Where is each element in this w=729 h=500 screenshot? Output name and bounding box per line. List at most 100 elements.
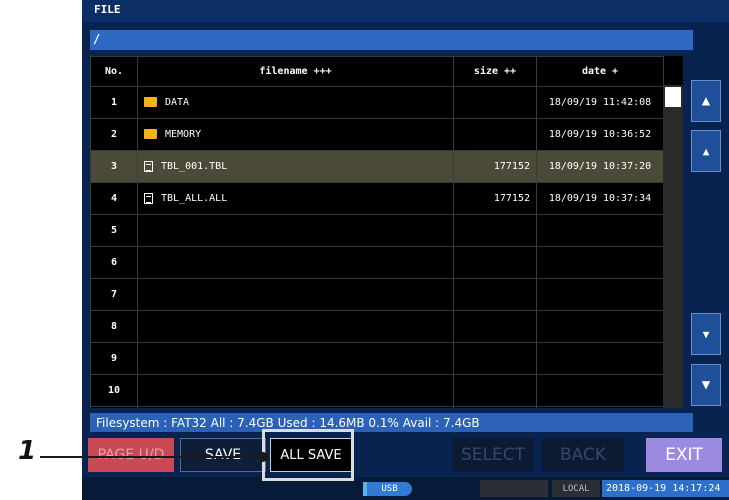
local-indicator: LOCAL [552,480,600,497]
row-size [453,406,537,408]
row-number: 1 [90,86,138,119]
line-down-button[interactable]: ▼ [691,313,721,355]
row-size [453,374,537,407]
row-size [453,342,537,375]
row-number: 2 [90,118,138,151]
file-icon [144,160,153,172]
row-date: 18/09/19 10:37:20 [536,150,664,183]
system-status-bar: USB LOCAL 2018-09-19 14:17:24 [82,477,729,500]
callout-number: 1 [18,436,37,466]
scrollbar[interactable] [663,85,683,408]
row-date: 18/09/19 11:42:08 [536,86,664,119]
header-date[interactable]: date + [536,56,664,87]
row-date [536,214,664,247]
row-filename [137,374,454,407]
window-title: FILE [94,3,121,16]
row-date [536,278,664,311]
header-filename[interactable]: filename +++ [137,56,454,87]
row-number: 10 [90,374,138,407]
row-filename [137,310,454,343]
callout-highlight-box [262,429,354,481]
page-ud-button[interactable]: PAGE U/D [88,438,174,472]
file-icon [144,192,153,204]
page-up-icon: ▲ [701,93,711,109]
row-date: 18/09/19 10:37:34 [536,182,664,215]
row-number: 9 [90,342,138,375]
row-number: 4 [90,182,138,215]
table-row[interactable]: 11 [90,406,664,408]
row-size [453,214,537,247]
file-table: No. filename +++ size ++ date + 1 DATA 18/… [90,56,664,408]
row-date: 18/09/19 10:36:52 [536,118,664,151]
row-filename: TBL_ALL.ALL [137,182,454,215]
row-size [453,278,537,311]
table-row[interactable]: 10 [90,374,664,407]
row-filename [137,342,454,375]
row-date [536,310,664,343]
header-size[interactable]: size ++ [453,56,537,87]
table-row[interactable]: 7 [90,278,664,311]
row-filename: DATA [137,86,454,119]
path-bar: / [90,30,693,50]
table-row[interactable]: 9 [90,342,664,375]
table-row[interactable]: 4 TBL_ALL.ALL 177152 18/09/19 10:37:34 [90,182,664,215]
row-size [453,118,537,151]
table-row[interactable]: 8 [90,310,664,343]
row-filename: MEMORY [137,118,454,151]
save-button[interactable]: SAVE [180,438,266,472]
row-filename [137,278,454,311]
table-row[interactable]: 1 DATA 18/09/19 11:42:08 [90,86,664,119]
filename-text: MEMORY [165,128,202,140]
current-path: / [93,32,101,46]
exit-button[interactable]: EXIT [646,438,722,472]
title-bar: FILE [82,0,729,22]
page-down-button[interactable]: ▼ [691,364,721,406]
filename-text: TBL_001.TBL [161,160,228,172]
row-date [536,246,664,279]
row-filename: TBL_001.TBL [137,150,454,183]
filesystem-status: Filesystem : FAT32 All : 7.4GB Used : 14… [90,413,693,432]
line-up-button[interactable]: ▲ [691,130,721,172]
row-filename [137,214,454,247]
scrollbar-thumb[interactable] [665,87,681,107]
row-size [453,86,537,119]
table-row[interactable]: 3 TBL_001.TBL 177152 18/09/19 10:37:20 [90,150,664,183]
row-number: 7 [90,278,138,311]
table-header: No. filename +++ size ++ date + [90,56,664,87]
filename-text: DATA [165,96,190,108]
row-filename [137,246,454,279]
page-up-button[interactable]: ▲ [691,80,721,122]
row-size [453,310,537,343]
page-down-icon: ▼ [701,377,711,393]
folder-icon [144,97,157,108]
folder-icon [144,129,157,140]
row-date [536,374,664,407]
callout-dot [258,452,268,462]
select-button[interactable]: SELECT [452,438,534,472]
row-number: 5 [90,214,138,247]
back-button[interactable]: BACK [542,438,624,472]
line-down-icon: ▼ [702,327,710,341]
row-number: 3 [90,150,138,183]
clock: 2018-09-19 14:17:24 [602,480,729,497]
row-number: 6 [90,246,138,279]
table-row[interactable]: 6 [90,246,664,279]
row-number: 8 [90,310,138,343]
row-filename [137,406,454,408]
usb-indicator: USB [367,482,412,496]
row-size [453,246,537,279]
row-date [536,342,664,375]
file-list: No. filename +++ size ++ date + 1 DATA 18/… [90,56,683,408]
row-size: 177152 [453,182,537,215]
line-up-icon: ▲ [702,144,710,158]
table-row[interactable]: 2 MEMORY 18/09/19 10:36:52 [90,118,664,151]
file-screen: FILE / No. filename +++ size ++ date + 1… [82,0,729,500]
table-row[interactable]: 5 [90,214,664,247]
row-number: 11 [90,406,138,408]
callout-line [40,456,262,458]
header-no[interactable]: No. [90,56,138,87]
row-date [536,406,664,408]
row-size: 177152 [453,150,537,183]
status-slot [480,480,548,497]
filename-text: TBL_ALL.ALL [161,192,228,204]
